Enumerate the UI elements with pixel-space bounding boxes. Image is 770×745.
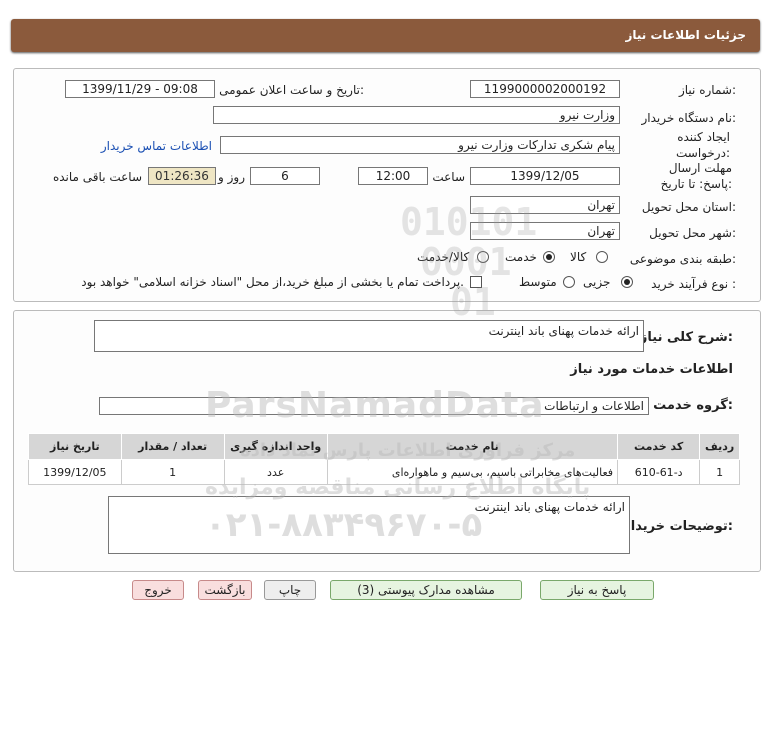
category-radio-goods[interactable] [596,251,608,263]
province-label: استان محل تحویل: [641,200,736,214]
svg-text:01: 01 [450,280,496,324]
process-radio-minor[interactable] [621,276,633,288]
services-table: ردیف کد خدمت نام خدمت واحد اندازه گیری ت… [28,433,740,485]
table-row: 1 د-61-610 فعالیت‌های مخابراتی باسیم، بی… [28,459,740,485]
details-panel [13,68,761,302]
col-header-need-date: تاریخ نیاز [28,433,122,460]
creator-field: پیام شکری تدارکات وزارت نیرو [220,136,620,154]
page-title-bar: جزئیات اطلاعات نیاز [11,19,760,52]
col-header-unit: واحد اندازه گیری [223,433,328,460]
reply-button[interactable]: پاسخ به نیاز [540,580,654,600]
remaining-time-field: 01:26:36 [148,167,216,185]
svg-text:010101: 010101 [400,200,537,244]
process-label: نوع فرآیند خرید : [651,277,736,291]
creator-label: ایجاد کننده درخواست: [676,130,730,160]
process-option-minor: جزیی [583,275,611,289]
deadline-date-field: 1399/12/05 [470,167,620,185]
cell-row-number: 1 [699,459,740,485]
need-number-field: 1199000002000192 [470,80,620,98]
col-header-quantity: تعداد / مقدار [120,433,225,460]
print-button[interactable]: چاپ [264,580,316,600]
deadline-label: مهلت ارسال پاسخ: تا تاریخ: [660,161,732,191]
cell-unit: عدد [223,459,328,485]
service-group-field: اطلاعات و ارتباطات [99,397,649,415]
category-label: طبقه بندی موضوعی: [629,252,736,266]
exit-button[interactable]: خروج [132,580,184,600]
cell-quantity: 1 [120,459,225,485]
services-heading: اطلاعات خدمات مورد نیاز [570,362,733,377]
svg-text:0001: 0001 [420,240,512,284]
col-header-service-name: نام خدمت [326,433,619,460]
buyer-org-label: نام دستگاه خریدار: [641,111,737,125]
city-label: شهر محل تحویل: [649,226,736,240]
page-title: جزئیات اطلاعات نیاز [625,28,746,42]
days-label: روز و [218,170,245,184]
view-attachments-button[interactable]: مشاهده مدارک پیوستی (3) [330,580,522,600]
buyer-notes-label: توضیحات خریدار: [623,519,733,534]
deadline-time-label: ساعت [432,170,465,184]
days-field: 6 [250,167,320,185]
description-label: شرح کلی نیاز: [639,330,733,345]
cell-need-date: 1399/12/05 [28,459,122,485]
service-group-label: گروه خدمت: [653,398,733,413]
cell-service-name: فعالیت‌های مخابراتی باسیم، بی‌سیم و ماهو… [326,459,619,485]
col-header-service-code: کد خدمت [617,433,701,460]
table-header-row: ردیف کد خدمت نام خدمت واحد اندازه گیری ت… [28,433,740,460]
back-button[interactable]: بازگشت [198,580,252,600]
need-number-label: شماره نیاز: [678,83,736,97]
watermark-logo-icon: 010101 0001 01 [400,200,537,324]
buyer-notes-field: ارائه خدمات پهنای باند اینترنت [108,496,630,554]
announce-date-field: 1399/11/29 - 09:08 [65,80,215,98]
deadline-time-field: 12:00 [358,167,428,185]
buyer-org-field: وزارت نیرو [213,106,620,124]
cell-service-code: د-61-610 [617,459,701,485]
remaining-time-label: ساعت باقی مانده [52,170,142,184]
announce-date-label: تاریخ و ساعت اعلان عمومی: [219,83,364,97]
col-header-row-number: ردیف [699,433,740,460]
buyer-contact-link[interactable]: اطلاعات تماس خریدار [101,139,212,153]
